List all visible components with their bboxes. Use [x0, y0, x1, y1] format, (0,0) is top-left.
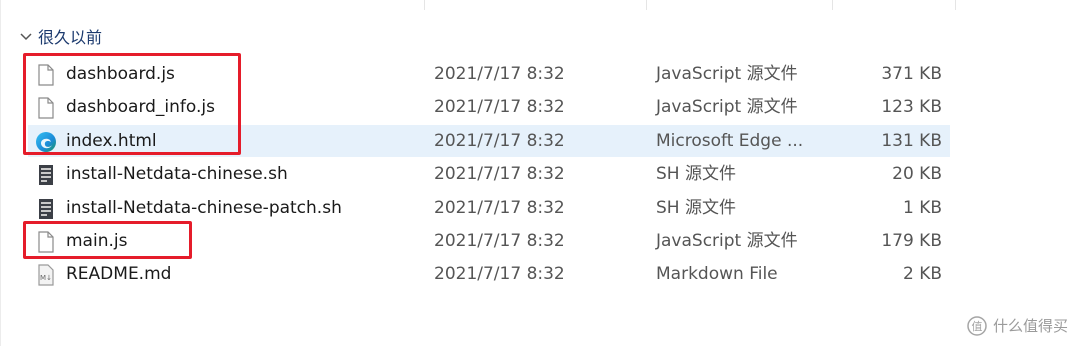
svg-text:M↓: M↓ [40, 274, 52, 282]
column-divider[interactable] [832, 0, 833, 10]
file-row[interactable]: M↓ README.md 2021/7/17 8:32 Markdown File 2 … [28, 258, 950, 290]
group-label: 很久以前 [38, 28, 103, 47]
group-header[interactable]: 很久以前 [18, 24, 102, 48]
file-type: JavaScript 源文件 [656, 64, 798, 84]
file-size: 131 KB [881, 130, 942, 151]
file-size: 20 KB [892, 164, 942, 185]
site-logo-icon: 值 [967, 315, 987, 336]
file-type: Microsoft Edge ... [656, 130, 804, 151]
watermark: 值 什么值得买 [967, 315, 1068, 336]
file-size: 1 KB [902, 197, 942, 218]
file-modified-date: 2021/7/17 8:32 [434, 197, 565, 218]
file-modified-date: 2021/7/17 8:32 [434, 64, 565, 84]
file-modified-date: 2021/7/17 8:32 [434, 97, 565, 118]
shell-file-icon [35, 164, 57, 186]
column-divider[interactable] [424, 0, 425, 10]
watermark-text: 什么值得买 [992, 317, 1068, 335]
file-type: Markdown File [656, 264, 778, 285]
file-name[interactable]: install-Netdata-chinese.sh [66, 158, 288, 190]
file-modified-date: 2021/7/17 8:32 [434, 231, 565, 251]
file-size: 179 KB [881, 231, 942, 251]
highlight-box [23, 53, 241, 155]
file-type: JavaScript 源文件 [656, 231, 798, 251]
file-row[interactable]: install-Netdata-chinese.sh 2021/7/17 8:32… [28, 158, 950, 190]
file-modified-date: 2021/7/17 8:32 [434, 264, 565, 285]
markdown-file-icon: M↓ [35, 264, 57, 286]
file-size: 2 KB [902, 264, 942, 285]
chevron-down-icon [20, 33, 32, 41]
file-size: 123 KB [881, 97, 942, 118]
file-type: SH 源文件 [656, 197, 736, 218]
column-divider[interactable] [646, 0, 647, 10]
file-row[interactable]: install-Netdata-chinese-patch.sh 2021/7/1… [28, 192, 950, 224]
file-modified-date: 2021/7/17 8:32 [434, 164, 565, 185]
file-size: 371 KB [881, 64, 942, 84]
highlight-box [23, 221, 192, 259]
file-name[interactable]: README.md [66, 258, 171, 290]
file-name[interactable]: install-Netdata-chinese-patch.sh [66, 192, 342, 224]
svg-text:值: 值 [971, 320, 982, 333]
shell-file-icon [35, 198, 57, 220]
file-type: SH 源文件 [656, 164, 736, 185]
file-type: JavaScript 源文件 [656, 97, 798, 118]
file-modified-date: 2021/7/17 8:32 [434, 130, 565, 151]
column-divider[interactable] [955, 0, 956, 10]
pane-border [0, 0, 1, 346]
